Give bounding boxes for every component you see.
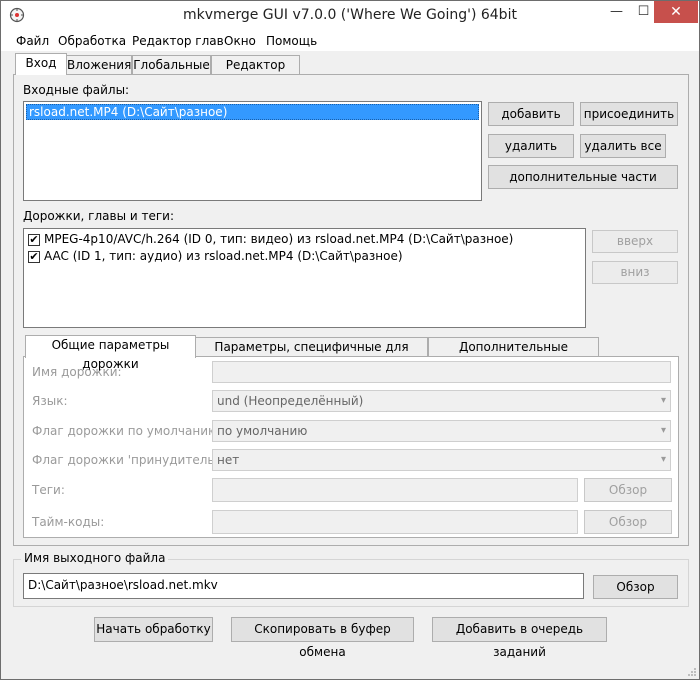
close-button[interactable]: ✕ — [654, 1, 698, 23]
input-file-name: rsload.net.MP4 (D:\Сайт\разное) — [29, 105, 228, 119]
tracks-label: Дорожки, главы и теги: — [23, 209, 174, 223]
language-label: Язык: — [32, 394, 68, 408]
chevron-down-icon: ▾ — [660, 395, 666, 406]
resize-grip-icon[interactable] — [687, 667, 697, 677]
additional-parts-button[interactable]: дополнительные части — [488, 165, 678, 189]
move-up-button[interactable]: вверх — [592, 230, 678, 253]
list-item-selected[interactable]: rsload.net.MP4 (D:\Сайт\разное) — [26, 104, 479, 120]
menu-help[interactable]: Помощь — [266, 34, 317, 48]
tab-attachments[interactable]: Вложения — [66, 55, 132, 75]
tags-browse-button[interactable]: Обзор — [584, 478, 672, 502]
tab-input[interactable]: Вход — [15, 53, 67, 75]
maximize-button[interactable]: ☐ — [630, 1, 657, 23]
input-files-label: Входные файлы: — [23, 83, 130, 97]
remove-all-button[interactable]: удалить все — [580, 134, 666, 158]
default-flag-label: Флаг дорожки по умолчанию: — [32, 424, 223, 438]
move-down-button[interactable]: вниз — [592, 261, 678, 284]
remove-button[interactable]: удалить — [488, 134, 574, 158]
forced-flag-select[interactable]: нет ▾ — [212, 449, 671, 471]
track-item-audio[interactable]: AAC (ID 1, тип: аудио) из rsload.net.MP4… — [44, 249, 403, 263]
tags-field[interactable] — [212, 478, 578, 502]
append-button[interactable]: присоединить — [580, 102, 678, 126]
output-file-field[interactable]: D:\Сайт\разное\rsload.net.mkv — [23, 573, 584, 599]
menu-bar: Файл Обработка Редактор глав Окно Помощь — [1, 31, 699, 51]
tags-label: Теги: — [32, 483, 65, 497]
menu-window[interactable]: Окно — [224, 34, 256, 48]
language-select[interactable]: und (Неопределённый) ▾ — [212, 390, 671, 412]
window-title: mkvmerge GUI v7.0.0 ('Where We Going') 6… — [183, 7, 517, 23]
default-flag-select[interactable]: по умолчанию ▾ — [212, 420, 671, 442]
output-browse-button[interactable]: Обзор — [593, 575, 678, 599]
add-button[interactable]: добавить — [488, 102, 574, 126]
language-value: und (Неопределённый) — [217, 394, 364, 408]
menu-file[interactable]: Файл — [16, 34, 49, 48]
tab-general-track-options[interactable]: Общие параметры дорожки — [25, 335, 196, 371]
timecodes-browse-button[interactable]: Обзор — [584, 510, 672, 534]
add-to-queue-button[interactable]: Добавить в очередь заданий — [432, 617, 607, 659]
output-file-value: D:\Сайт\разное\rsload.net.mkv — [28, 578, 218, 592]
track-name-field[interactable] — [212, 361, 671, 383]
track-checkbox[interactable]: ✔ — [28, 251, 40, 263]
title-bar: mkvmerge GUI v7.0.0 ('Where We Going') 6… — [1, 1, 699, 31]
main-window: mkvmerge GUI v7.0.0 ('Where We Going') 6… — [0, 0, 700, 680]
default-flag-value: по умолчанию — [217, 424, 308, 438]
timecodes-field[interactable] — [212, 510, 578, 534]
timecodes-label: Тайм-коды: — [32, 515, 105, 529]
tab-global[interactable]: Глобальные — [132, 55, 211, 75]
minimize-button[interactable]: — — [603, 1, 630, 23]
tab-format-specific-options[interactable]: Параметры, специфичные для формата — [195, 337, 428, 373]
copy-to-clipboard-button[interactable]: Скопировать в буфер обмена — [231, 617, 414, 659]
tab-chapter-editor[interactable]: Редактор глав — [211, 55, 300, 91]
menu-chapter-editor[interactable]: Редактор глав — [132, 34, 224, 48]
input-files-list[interactable]: rsload.net.MP4 (D:\Сайт\разное) — [23, 101, 482, 201]
chevron-down-icon: ▾ — [660, 454, 666, 465]
tab-extra-options[interactable]: Дополнительные параметры — [428, 337, 599, 373]
chevron-down-icon: ▾ — [660, 425, 666, 436]
menu-process[interactable]: Обработка — [58, 34, 126, 48]
forced-flag-label: Флаг дорожки 'принудительно': — [32, 453, 237, 467]
forced-flag-value: нет — [217, 453, 240, 467]
start-muxing-button[interactable]: Начать обработку — [94, 617, 213, 642]
tracks-list[interactable]: ✔ MPEG-4p10/AVC/h.264 (ID 0, тип: видео)… — [23, 228, 586, 328]
output-label: Имя выходного файла — [21, 551, 169, 565]
track-item-video[interactable]: MPEG-4p10/AVC/h.264 (ID 0, тип: видео) и… — [44, 232, 513, 246]
track-checkbox[interactable]: ✔ — [28, 234, 40, 246]
